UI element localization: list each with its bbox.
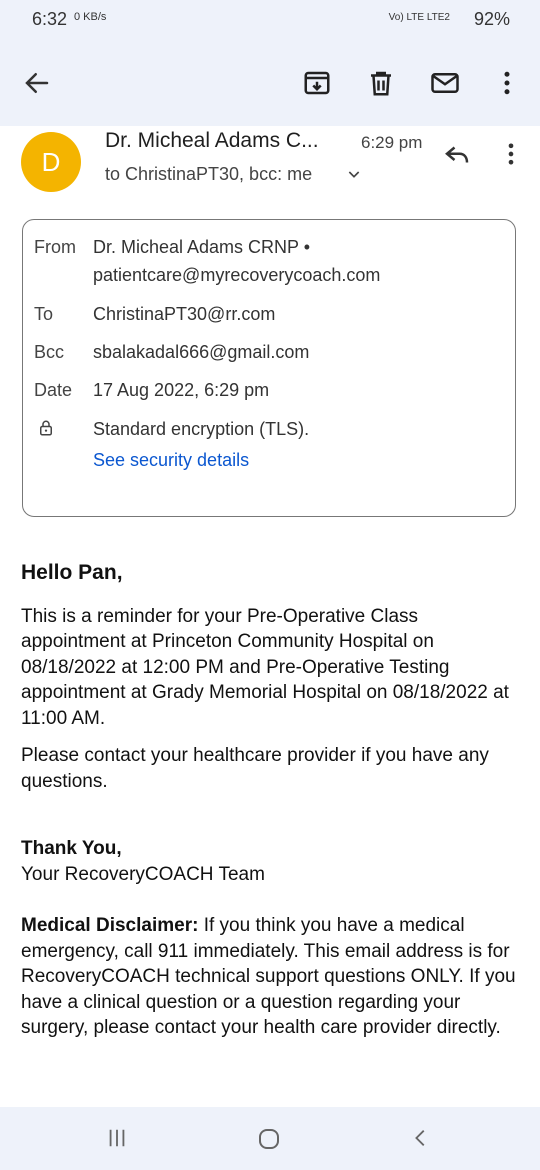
email-header: D Dr. Micheal Adams C... 6:29 pm to Chri… <box>0 126 540 206</box>
avatar[interactable]: D <box>21 132 81 192</box>
bcc-label: Bcc <box>34 342 65 362</box>
home-icon[interactable] <box>257 1127 281 1151</box>
email-time: 6:29 pm <box>361 133 423 152</box>
message-details: From Dr. Micheal Adams CRNP • patientcar… <box>22 219 516 517</box>
mail-icon[interactable] <box>430 68 460 98</box>
recipients-summary[interactable]: to ChristinaPT30, bcc: me <box>105 164 312 185</box>
trash-icon[interactable] <box>366 68 396 98</box>
date-label: Date <box>34 380 73 400</box>
sender-name: Dr. Micheal Adams C... <box>105 129 319 152</box>
email-toolbar <box>0 40 540 126</box>
to-label: To <box>34 304 54 324</box>
more-vert-icon[interactable] <box>492 68 522 98</box>
system-nav-bar <box>0 1107 540 1170</box>
disclaimer-label: Medical Disclaimer: <box>21 915 199 936</box>
encryption-info: Standard encryption (TLS). <box>93 419 310 439</box>
chevron-down-icon[interactable] <box>346 166 362 182</box>
signoff: Thank You, <box>21 838 122 859</box>
reply-icon[interactable] <box>442 140 472 170</box>
arrow-left-icon[interactable] <box>22 68 52 98</box>
network-indicator: Vo) LTE LTE2 <box>388 12 450 23</box>
to-email[interactable]: ChristinaPT30@rr.com <box>93 304 275 325</box>
from-email[interactable]: patientcare@myrecoverycoach.com <box>93 265 380 286</box>
from-label: From <box>34 237 76 257</box>
back-nav-icon[interactable] <box>410 1127 432 1149</box>
team-signature: Your RecoveryCOACH Team <box>21 863 265 885</box>
lock-icon <box>40 420 52 436</box>
security-details-link[interactable]: See security details <box>93 450 249 471</box>
recents-icon[interactable] <box>106 1127 128 1149</box>
greeting: Hello Pan, <box>21 561 123 584</box>
disclaimer: Medical Disclaimer: If you think you hav… <box>21 913 521 1041</box>
date-value: 17 Aug 2022, 6:29 pm <box>93 380 270 400</box>
reminder-paragraph: This is a reminder for your Pre-Operativ… <box>21 605 509 729</box>
email-body: Hello Pan, This is a reminder for your P… <box>21 560 521 1041</box>
status-time: 6:32 <box>32 9 68 29</box>
more-vert-icon[interactable] <box>497 140 525 168</box>
from-name: Dr. Micheal Adams CRNP • <box>93 237 311 257</box>
status-bar: 6:32 0 KB/s Vo) LTE LTE2 92% <box>0 0 540 40</box>
battery-level: 92% <box>473 9 510 29</box>
archive-icon[interactable] <box>302 68 332 98</box>
net-speed: 0 KB/s <box>74 11 107 23</box>
contact-paragraph: Please contact your healthcare provider … <box>21 745 489 792</box>
bcc-email[interactable]: sbalakadal666@gmail.com <box>93 342 309 363</box>
